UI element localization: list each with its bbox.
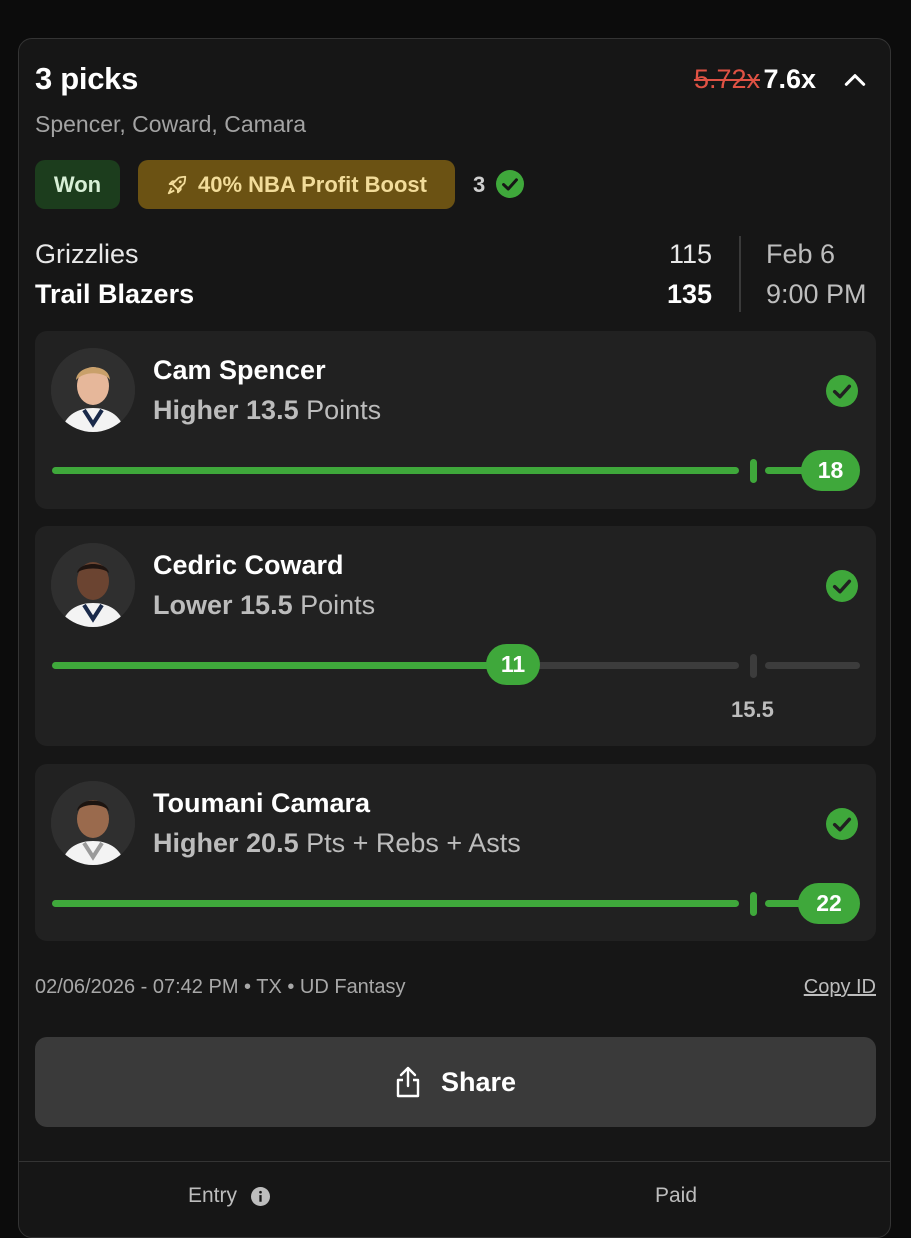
away-team: Grizzlies [35, 239, 139, 269]
player-headshot-icon [51, 781, 135, 865]
game-time: 9:00 PM [766, 279, 867, 309]
pick-direction: Higher [153, 395, 239, 425]
player-name: Cedric Coward [153, 550, 344, 580]
player-avatar [51, 543, 135, 627]
pick-direction: Lower [153, 590, 233, 620]
progress-bar-remaining [512, 662, 739, 669]
player-headshot-icon [51, 543, 135, 627]
player-avatar [51, 348, 135, 432]
pick-card[interactable]: Cam Spencer Higher 13.5 Points 18 [35, 331, 876, 509]
footer-divider [19, 1161, 890, 1162]
pick-stat: Points [300, 590, 376, 620]
pick-line-value: 15.5 [240, 590, 293, 620]
rocket-icon [167, 175, 187, 194]
game-date: Feb 6 [766, 239, 836, 269]
home-team-score: 135 [666, 279, 712, 309]
away-team-score: 115 [668, 239, 712, 269]
progress-bar [52, 467, 739, 474]
progress-bar-overflow [765, 662, 860, 669]
check-circle-icon [826, 808, 858, 840]
entry-card: 3 picks 5.72x 7.6x Spencer, Coward, Cama… [18, 38, 891, 1238]
original-multiplier: 5.72x [693, 64, 760, 94]
players-summary: Spencer, Coward, Camara [35, 111, 307, 137]
profit-boost-badge[interactable]: 40% NBA Profit Boost [138, 160, 455, 209]
pick-stat: Points [306, 395, 382, 425]
score-divider [739, 236, 741, 312]
entry-label: Entry [188, 1184, 238, 1207]
progress-bar [52, 662, 512, 669]
line-marker [750, 654, 757, 678]
check-circle-icon [826, 570, 858, 602]
correct-pick-count: 3 [473, 172, 486, 197]
result-pill: 18 [801, 450, 860, 491]
status-badge: Won [35, 160, 120, 209]
player-avatar [51, 781, 135, 865]
entry-title: 3 picks [35, 61, 139, 96]
home-team: Trail Blazers [35, 279, 195, 309]
chevron-up-icon[interactable] [842, 67, 868, 93]
pick-card[interactable]: Cedric Coward Lower 15.5 Points 11 15.5 [35, 526, 876, 746]
info-icon[interactable] [250, 1186, 270, 1206]
profit-boost-label: 40% NBA Profit Boost [198, 171, 427, 197]
check-circle-icon [826, 375, 858, 407]
pick-line: Higher 13.5 Points [153, 395, 381, 426]
player-name: Toumani Camara [153, 788, 371, 818]
share-icon [396, 1066, 420, 1098]
copy-id-link[interactable]: Copy ID [804, 976, 876, 999]
share-button[interactable]: Share [35, 1037, 876, 1127]
line-value-label: 15.5 [731, 697, 774, 722]
pick-stat: Pts + Rebs + Asts [306, 828, 521, 858]
pick-line-value: 13.5 [246, 395, 299, 425]
pick-card[interactable]: Toumani Camara Higher 20.5 Pts + Rebs + … [35, 764, 876, 941]
progress-bar [52, 900, 739, 907]
pick-line: Lower 15.5 Points [153, 590, 375, 621]
line-marker [750, 459, 757, 483]
pick-line: Higher 20.5 Pts + Rebs + Asts [153, 828, 521, 859]
boosted-multiplier: 7.6x [763, 64, 816, 94]
paid-label: Paid [655, 1184, 698, 1207]
pick-direction: Higher [153, 828, 239, 858]
player-name: Cam Spencer [153, 355, 326, 385]
line-marker [750, 892, 757, 916]
entry-meta: 02/06/2026 - 07:42 PM • TX • UD Fantasy [35, 976, 406, 998]
progress-bar-overflow [765, 467, 805, 474]
result-pill: 11 [486, 644, 540, 685]
entry-amount-header[interactable]: Entry [188, 1184, 270, 1208]
player-headshot-icon [51, 348, 135, 432]
pick-line-value: 20.5 [246, 828, 299, 858]
check-circle-icon [496, 170, 524, 198]
share-label: Share [440, 1066, 517, 1097]
result-pill: 22 [798, 883, 860, 924]
